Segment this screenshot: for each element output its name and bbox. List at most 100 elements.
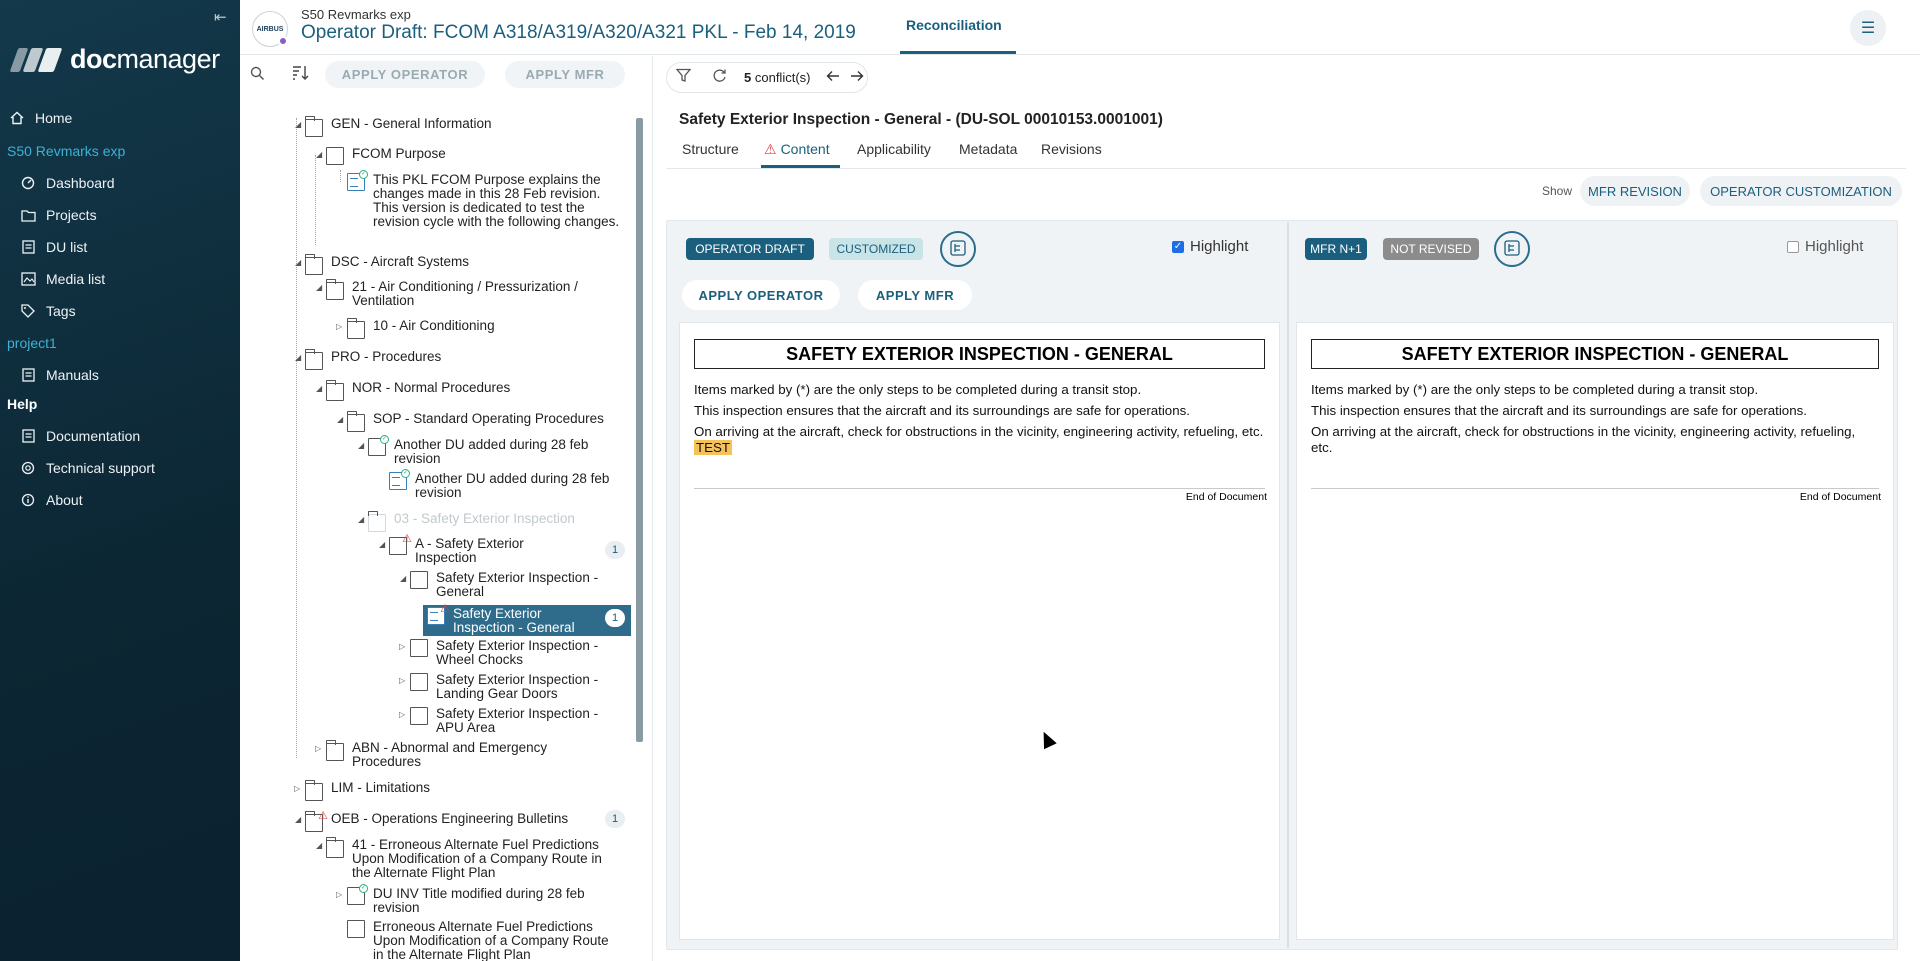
checkbox-unchecked[interactable] — [1787, 240, 1799, 253]
avatar[interactable]: AIRBUS — [252, 11, 288, 47]
sidebar-item-home[interactable]: Home — [0, 102, 240, 134]
collapsed-caret-icon[interactable]: ▷ — [315, 742, 325, 756]
expanded-caret-icon[interactable]: ◢ — [295, 813, 305, 827]
list-icon — [20, 239, 36, 255]
tree-node[interactable]: ✓ Another DU added during 28 feb revisio… — [389, 469, 619, 500]
tree-node[interactable]: ◢ 41 - Erroneous Alternate Fuel Predicti… — [316, 837, 622, 880]
tree-node[interactable]: ◢ 21 - Air Conditioning / Pressurization… — [316, 279, 616, 308]
sidebar-section-project1[interactable]: project1 — [0, 327, 240, 359]
tree-node-label: 41 - Erroneous Alternate Fuel Prediction… — [352, 837, 602, 880]
tree-node[interactable]: ◢ SOP - Standard Operating Procedures — [337, 411, 604, 432]
tab-structure[interactable]: Structure — [682, 141, 739, 157]
dashboard-icon — [20, 175, 36, 191]
expanded-caret-icon[interactable]: ◢ — [295, 256, 305, 270]
collapsed-caret-icon[interactable]: ▷ — [294, 782, 304, 796]
check-icon: ✓ — [380, 435, 389, 444]
end-rule — [1311, 488, 1879, 489]
previous-conflict-arrow-icon[interactable] — [826, 69, 840, 86]
tree-node[interactable]: ◢ ⚠ A - Safety Exterior Inspection — [379, 533, 629, 565]
expanded-caret-icon[interactable]: ◢ — [358, 513, 368, 527]
tree-node[interactable]: ▷ ABN - Abnormal and Emergency Procedure… — [315, 740, 586, 769]
tree-node[interactable]: ▷ Safety Exterior Inspection - Landing G… — [399, 673, 620, 701]
sidebar-item-about[interactable]: About — [0, 484, 240, 516]
sidebar-item-projects[interactable]: Projects — [0, 199, 240, 231]
panel-divider[interactable] — [652, 56, 653, 961]
expanded-caret-icon[interactable]: ◢ — [316, 148, 326, 162]
expanded-caret-icon[interactable]: ◢ — [295, 351, 305, 365]
filter-icon[interactable] — [675, 68, 692, 87]
tree-node[interactable]: ◢ Safety Exterior Inspection - General — [400, 571, 610, 599]
expanded-caret-icon[interactable]: ◢ — [379, 538, 389, 552]
collapsed-caret-icon[interactable]: ▷ — [336, 320, 346, 334]
expanded-caret-icon[interactable]: ◢ — [316, 839, 326, 853]
tree-node[interactable]: ▷ Erroneous Alternate Fuel Predictions U… — [347, 920, 617, 961]
collapsed-caret-icon[interactable]: ▷ — [399, 640, 409, 654]
tree-node[interactable]: ◢ GEN - General Information — [295, 116, 492, 137]
tree-node[interactable]: ◢ ⚠ OEB - Operations Engineering Bulleti… — [295, 810, 568, 832]
tab-applicability[interactable]: Applicability — [857, 141, 931, 157]
breadcrumb[interactable]: S50 Revmarks exp — [301, 7, 411, 22]
collapsed-caret-icon[interactable]: ▷ — [399, 674, 409, 688]
tree-node[interactable]: ◢ NOR - Normal Procedures — [316, 380, 510, 401]
tree-node-label: DU INV Title modified during 28 feb revi… — [373, 886, 585, 915]
next-conflict-arrow-icon[interactable] — [850, 69, 864, 86]
sidebar-section-project[interactable]: S50 Revmarks exp — [0, 135, 240, 167]
tree-node[interactable]: ▷ Safety Exterior Inspection - Wheel Cho… — [399, 639, 620, 667]
tab-reconciliation[interactable]: Reconciliation — [906, 17, 1002, 33]
show-mfr-revision-button[interactable]: MFR REVISION — [1580, 176, 1690, 206]
tree-node[interactable]: ◢ DSC - Aircraft Systems — [295, 254, 469, 275]
tree-node[interactable]: ◢ PRO - Procedures — [295, 349, 441, 370]
sidebar-item-documentation[interactable]: Documentation — [0, 420, 240, 452]
app-logo[interactable]: docmanager — [9, 44, 220, 75]
apply-operator-button[interactable]: APPLY OPERATOR — [682, 280, 840, 310]
sidebar-item-technical-support[interactable]: Technical support — [0, 452, 240, 484]
apply-mfr-button[interactable]: APPLY MFR — [858, 280, 972, 310]
tab-content[interactable]: ⚠ Content — [764, 141, 830, 158]
expanded-caret-icon[interactable]: ◢ — [295, 118, 305, 132]
search-icon[interactable] — [246, 62, 268, 84]
tree-apply-mfr-button[interactable]: APPLY MFR — [505, 61, 625, 88]
collapse-sidebar-icon[interactable]: ⇤ — [214, 8, 232, 26]
tree-node-label: ABN - Abnormal and Emergency Procedures — [352, 740, 548, 769]
highlight-toggle-left[interactable]: ✓ Highlight — [1172, 238, 1248, 255]
checkbox-checked[interactable]: ✓ — [1172, 240, 1184, 253]
tree-apply-operator-button[interactable]: APPLY OPERATOR — [325, 61, 485, 88]
sidebar-item-du-list[interactable]: DU list — [0, 231, 240, 263]
structure-tree-button[interactable] — [940, 231, 976, 267]
document-icon — [326, 147, 344, 165]
tree-node[interactable]: ▷ Safety Exterior Inspection - APU Area — [399, 707, 620, 735]
tree-node[interactable]: ▷ LIM - Limitations — [294, 780, 430, 801]
compare-divider[interactable] — [1287, 222, 1289, 948]
tree-node[interactable]: ✓ This PKL FCOM Purpose explains the cha… — [347, 170, 623, 229]
content-document-icon: ✓ — [347, 170, 368, 191]
structure-tree-button[interactable] — [1494, 231, 1530, 267]
sidebar-item-media-list[interactable]: Media list — [0, 263, 240, 295]
collapsed-caret-icon[interactable]: ▷ — [336, 888, 346, 902]
tree-node[interactable]: ▷ 10 - Air Conditioning — [336, 318, 495, 339]
tree-scrollbar[interactable] — [636, 118, 643, 742]
collapsed-caret-icon[interactable]: ▷ — [399, 708, 409, 722]
refresh-icon[interactable] — [712, 68, 727, 87]
tab-metadata[interactable]: Metadata — [959, 141, 1017, 157]
checklist-button[interactable]: ☰ — [1850, 10, 1886, 46]
expanded-caret-icon[interactable]: ◢ — [400, 572, 410, 586]
sort-icon[interactable] — [290, 62, 312, 84]
tree-node-selected[interactable]: ⚠ Safety Exterior Inspection - General — [423, 603, 631, 636]
show-label: Show — [1542, 184, 1573, 198]
tree-node[interactable]: ◢ FCOM Purpose — [316, 147, 446, 165]
tree-node[interactable]: ◢ ✓ Another DU added during 28 feb revis… — [358, 435, 618, 466]
tree-node[interactable]: ◢ 03 - Safety Exterior Inspection — [358, 511, 575, 532]
tab-revisions[interactable]: Revisions — [1041, 141, 1102, 157]
show-operator-customization-button[interactable]: OPERATOR CUSTOMIZATION — [1700, 176, 1902, 206]
expanded-caret-icon[interactable]: ◢ — [316, 281, 326, 295]
highlight-toggle-right[interactable]: Highlight — [1787, 238, 1863, 255]
sidebar-item-manuals[interactable]: Manuals — [0, 359, 240, 391]
document-icon: ⚠ — [389, 533, 412, 555]
top-header: AIRBUS S50 Revmarks exp Operator Draft: … — [240, 0, 1920, 55]
expanded-caret-icon[interactable]: ◢ — [358, 439, 368, 453]
expanded-caret-icon[interactable]: ◢ — [316, 382, 326, 396]
expanded-caret-icon[interactable]: ◢ — [337, 413, 347, 427]
tree-node[interactable]: ▷ ✓ DU INV Title modified during 28 feb … — [336, 884, 617, 915]
sidebar-item-dashboard[interactable]: Dashboard — [0, 167, 240, 199]
sidebar-item-tags[interactable]: Tags — [0, 295, 240, 327]
